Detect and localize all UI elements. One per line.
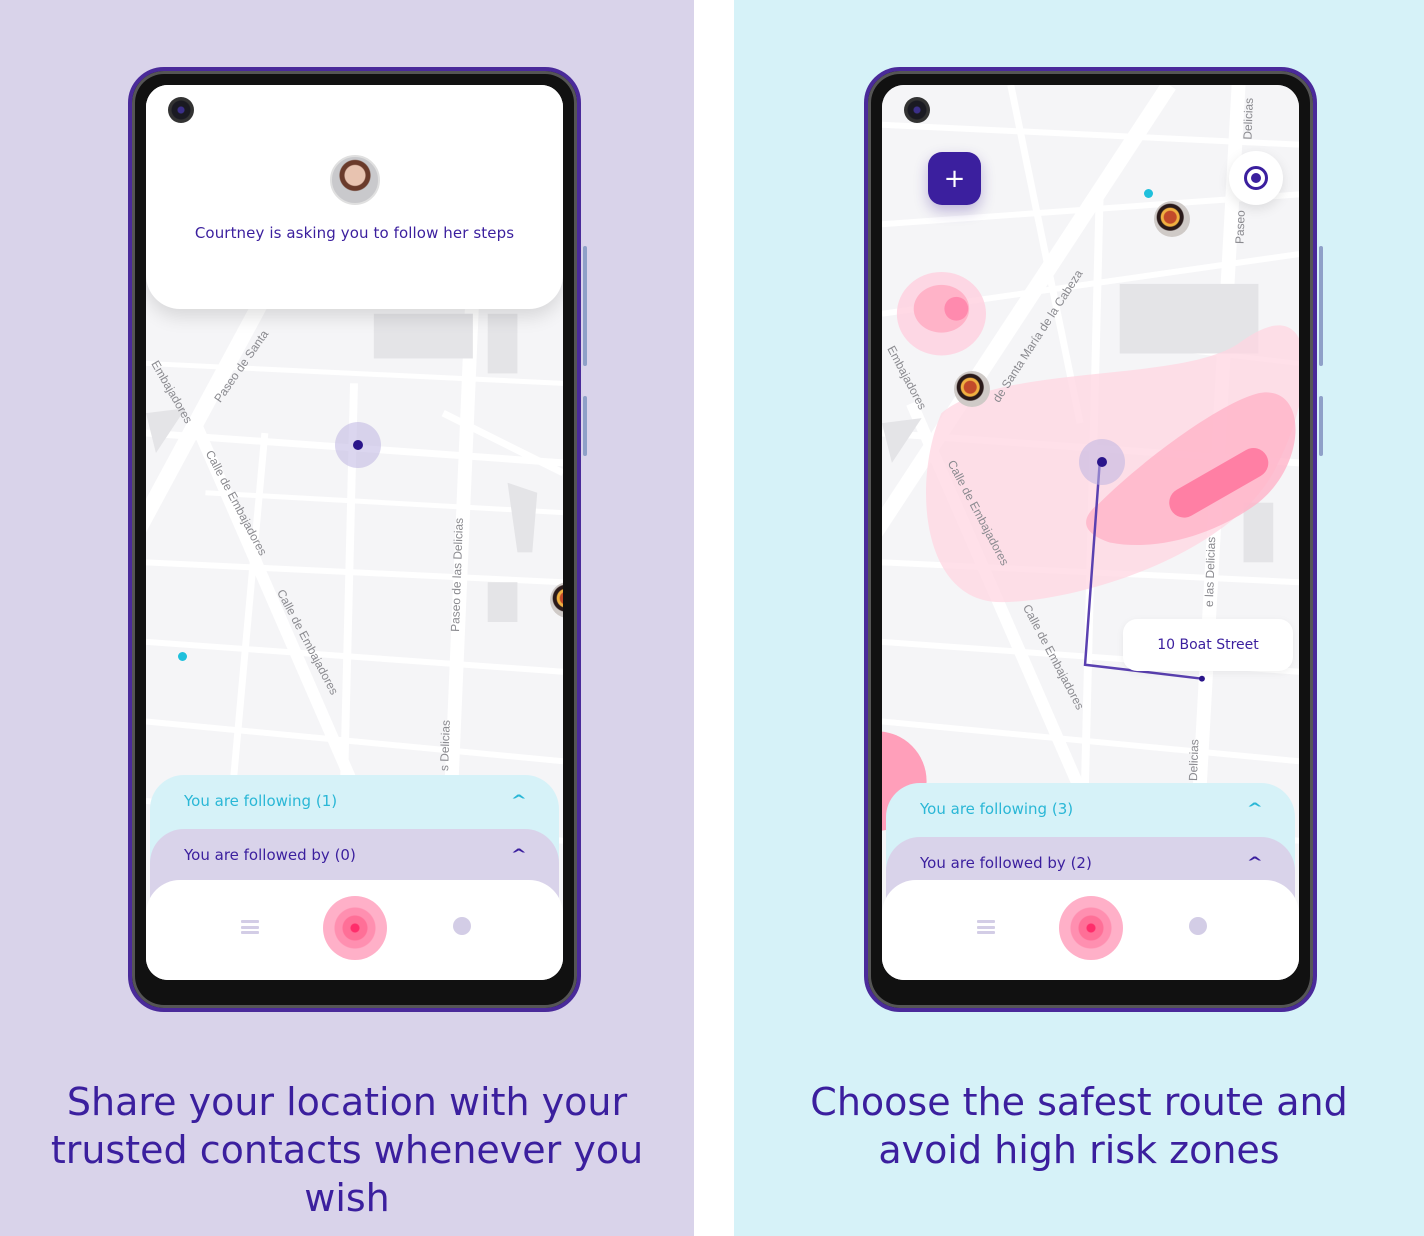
- phone-side-button: [583, 396, 587, 456]
- locate-target-icon: [1244, 166, 1268, 190]
- profile-dot-icon[interactable]: [1189, 917, 1207, 935]
- phone-screen: Paseo de Santa Embajadores Calle de Emba…: [146, 85, 563, 980]
- followed-by-label: You are followed by (0): [184, 846, 356, 864]
- front-camera-icon: [168, 97, 194, 123]
- menu-icon[interactable]: [977, 920, 995, 934]
- locate-button[interactable]: [1229, 151, 1283, 205]
- street-label: Delicias: [1186, 739, 1201, 781]
- promo-caption: Choose the safest route and avoid high r…: [810, 1080, 1348, 1172]
- contact-location-dot[interactable]: [1144, 189, 1153, 198]
- contact-avatar-marker[interactable]: [1154, 201, 1190, 237]
- left-promo-panel: Paseo de Santa Embajadores Calle de Emba…: [0, 0, 694, 1236]
- street-label: Delicias: [1240, 98, 1255, 140]
- contact-avatar-courtney: [329, 155, 380, 205]
- phone-side-button: [1319, 396, 1323, 456]
- chevron-up-icon[interactable]: ^: [511, 847, 527, 863]
- phone-side-button: [1319, 246, 1323, 366]
- promo-caption: Share your location with your trusted co…: [50, 1080, 644, 1220]
- phone-screen: de Santa María de la Cabeza Paseo Delici…: [882, 85, 1299, 980]
- right-promo-panel: de Santa María de la Cabeza Paseo Delici…: [734, 0, 1424, 1236]
- risk-zone-high: [944, 296, 969, 321]
- phone-frame: de Santa María de la Cabeza Paseo Delici…: [864, 67, 1323, 1012]
- contact-location-dot[interactable]: [178, 652, 187, 661]
- follow-request-message: Courtney is asking you to follow her ste…: [194, 224, 515, 242]
- chevron-up-icon[interactable]: ^: [1247, 801, 1263, 817]
- street-label: s Delicias: [437, 720, 453, 771]
- street-label: e las Delicias: [1202, 536, 1218, 607]
- phone-side-button: [583, 246, 587, 366]
- profile-dot-icon[interactable]: [453, 917, 471, 935]
- following-label: You are following (3): [920, 800, 1074, 818]
- add-button[interactable]: +: [928, 152, 981, 205]
- contact-avatar-marker[interactable]: [954, 371, 990, 407]
- followed-by-label: You are followed by (2): [920, 854, 1092, 872]
- sos-alert-button[interactable]: [322, 896, 387, 960]
- bottom-nav-bar: [882, 880, 1299, 980]
- front-camera-icon: [904, 97, 930, 123]
- bottom-nav-bar: [146, 880, 563, 980]
- chevron-up-icon[interactable]: ^: [1247, 855, 1263, 871]
- plus-icon: +: [943, 163, 966, 194]
- sos-alert-button[interactable]: [1058, 896, 1123, 960]
- street-label: Paseo: [1233, 210, 1248, 245]
- current-location-pin[interactable]: [1079, 439, 1125, 485]
- chevron-up-icon[interactable]: ^: [511, 793, 527, 809]
- destination-label[interactable]: 10 Boat Street: [1123, 619, 1293, 671]
- current-location-pin[interactable]: [335, 422, 381, 468]
- menu-icon[interactable]: [241, 920, 259, 934]
- follow-request-card[interactable]: Courtney is asking you to follow her ste…: [146, 85, 563, 309]
- phone-frame: Paseo de Santa Embajadores Calle de Emba…: [128, 67, 587, 1012]
- route-destination-dot: [1198, 675, 1205, 682]
- following-label: You are following (1): [184, 792, 338, 810]
